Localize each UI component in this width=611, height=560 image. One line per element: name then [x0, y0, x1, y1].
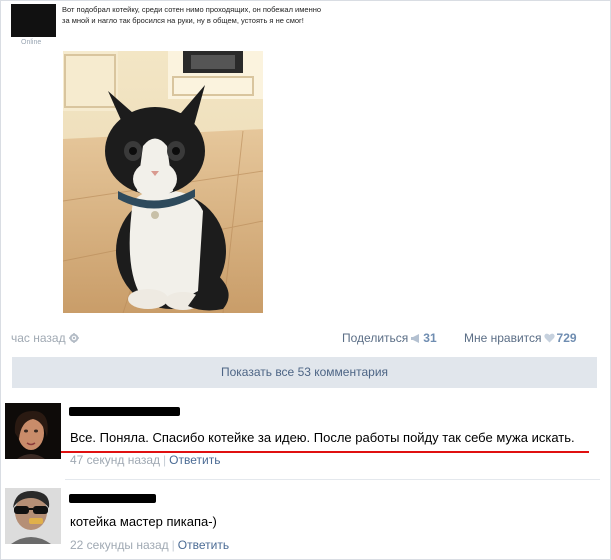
comment-2-time[interactable]: 22 секунды назад — [70, 538, 169, 552]
comment-1-time[interactable]: 47 секунд назад — [70, 453, 160, 467]
comment-1-text: Все. Поняла. Спасибо котейке за идею. По… — [70, 430, 575, 445]
share-label: Поделиться — [342, 331, 409, 345]
comment-divider — [65, 479, 600, 480]
meta-separator: | — [163, 453, 167, 467]
share-count: 31 — [423, 331, 437, 345]
megaphone-icon — [411, 334, 420, 343]
like-button[interactable]: Мне нравится 729 — [464, 331, 577, 345]
like-label: Мне нравится — [464, 331, 542, 345]
comment-1-author-name-redacted — [69, 407, 180, 416]
comment-1-avatar-image — [5, 403, 61, 459]
comment-2-avatar-image — [5, 488, 61, 544]
post-text: Вот подобрал котейку, среди сотен нимо п… — [62, 5, 322, 25]
comment-2-avatar[interactable] — [5, 488, 61, 544]
comment-2-reply-link[interactable]: Ответить — [178, 538, 229, 552]
comment-2-author-name-redacted — [69, 494, 156, 503]
post-photo-kitten[interactable] — [63, 51, 263, 313]
comment-1-reply-link[interactable]: Ответить — [169, 453, 220, 467]
comment-2-meta: 22 секунды назад | Ответить — [70, 538, 229, 552]
like-count: 729 — [556, 331, 577, 345]
show-all-comments-button[interactable]: Показать все 53 комментария — [12, 357, 597, 388]
gear-icon[interactable] — [68, 333, 79, 343]
heart-icon — [543, 333, 555, 343]
comment-2-text: котейка мастер пикапа-) — [70, 514, 217, 529]
meta-separator: | — [171, 538, 175, 552]
post-author-avatar[interactable] — [11, 4, 56, 37]
kitten-photo-image — [63, 51, 263, 313]
online-status: Online — [21, 39, 42, 46]
share-button[interactable]: Поделиться 31 — [342, 331, 437, 345]
post-timestamp[interactable]: час назад — [11, 331, 79, 345]
comment-1-avatar[interactable] — [5, 403, 61, 459]
post-time-label: час назад — [11, 331, 66, 345]
comment-1-meta: 47 секунд назад | Ответить — [70, 453, 220, 467]
